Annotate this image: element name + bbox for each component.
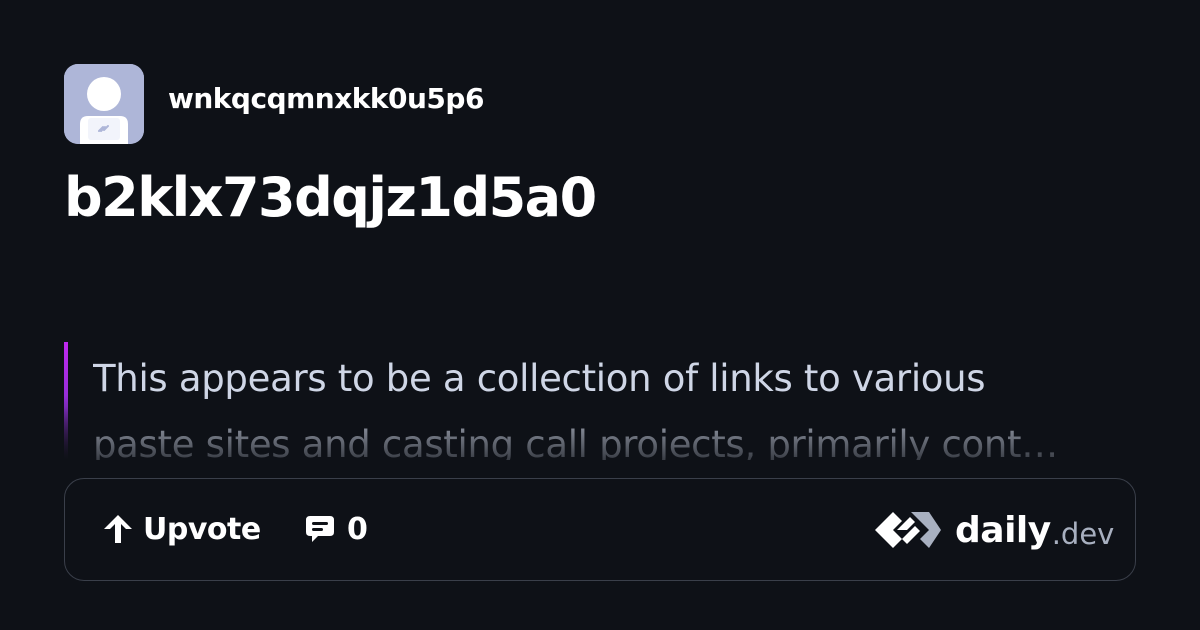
summary-text: This appears to be a collection of links… — [93, 346, 1133, 460]
post-title[interactable]: b2klx73dqjz1d5a0 — [64, 166, 597, 229]
arrow-up-icon — [104, 515, 132, 543]
default-avatar-icon — [64, 64, 144, 144]
upvote-label: Upvote — [143, 511, 261, 547]
author-username[interactable]: wnkqcqmnxkk0u5p6 — [168, 82, 484, 115]
comments-button[interactable]: 0 — [303, 509, 368, 549]
post-summary: This appears to be a collection of links… — [64, 342, 1136, 460]
daily-dev-brand[interactable]: daily .dev — [871, 507, 1114, 553]
post-action-bar: Upvote 0 daily .dev — [64, 478, 1136, 581]
daily-dev-logo-icon — [875, 512, 941, 548]
summary-accent-bar — [64, 342, 68, 460]
comment-icon — [306, 516, 334, 542]
summary-line: This appears to be a collection of links… — [93, 357, 986, 400]
comments-count: 0 — [347, 511, 368, 547]
summary-line: paste sites and casting call projects, p… — [93, 423, 1058, 460]
brand-tld: .dev — [1051, 517, 1115, 551]
upvote-button[interactable]: Upvote — [101, 509, 261, 549]
brand-name: daily — [955, 509, 1051, 551]
author-avatar[interactable] — [64, 64, 144, 144]
